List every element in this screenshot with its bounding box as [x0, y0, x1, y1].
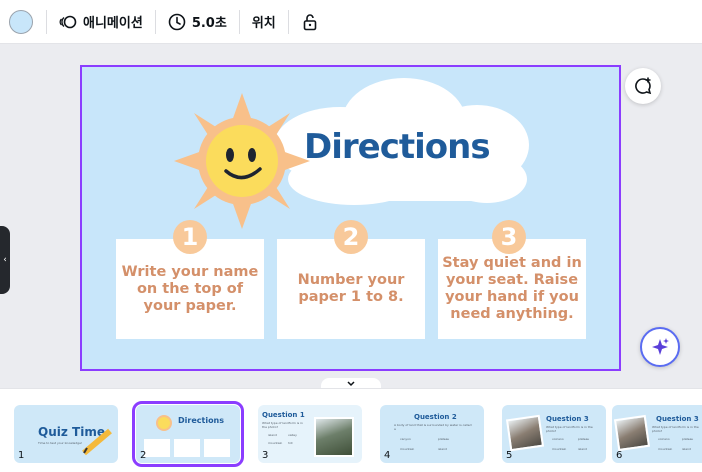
slide-title: Directions — [304, 127, 491, 167]
step-number-badge: 1 — [173, 220, 207, 254]
thumbnail-option: island — [268, 433, 277, 437]
thumbnail-number: 3 — [262, 450, 269, 461]
thumbnail-number: 6 — [616, 450, 623, 461]
sparkle-icon — [652, 338, 669, 355]
step-text: Write your name on the top of your paper… — [121, 263, 259, 314]
side-panel-toggle[interactable]: ‹ — [0, 226, 10, 294]
mini-step-card — [204, 439, 230, 457]
landform-photo — [613, 414, 651, 452]
thumbnail-number: 4 — [384, 450, 391, 461]
thumbnail-option: mountain — [400, 447, 415, 451]
thumbnail-title: Directions — [178, 416, 225, 425]
thumbnail-option: canyon — [400, 437, 411, 441]
thumbnail-option: island — [578, 447, 587, 451]
step-card-3: Stay quiet and in your seat. Raise your … — [438, 239, 586, 339]
thumbnail-subtitle: Time to test your knowledge! — [38, 441, 83, 445]
thumbnail-option: plateau — [438, 437, 450, 441]
clock-icon — [168, 13, 186, 30]
add-comment-button[interactable] — [625, 68, 661, 104]
sun-icon — [174, 93, 310, 229]
thumbnail-title: Question 3 — [656, 415, 699, 423]
thumbnail-number: 1 — [18, 450, 25, 461]
lock-button[interactable] — [289, 6, 337, 38]
duration-button[interactable]: 5.0초 — [156, 6, 239, 38]
chevron-left-icon: ‹ — [3, 255, 7, 265]
thumbnail-option: valley — [288, 433, 297, 437]
step-card-1: Write your name on the top of your paper… — [116, 239, 264, 339]
thumbnail-option: hill — [288, 441, 293, 445]
animate-button[interactable]: 애니메이션 — [47, 6, 155, 38]
mini-step-card — [174, 439, 200, 457]
animate-label: 애니메이션 — [83, 16, 143, 31]
page-thumbnail-6[interactable]: Question 3 What type of landform is in t… — [612, 405, 702, 463]
position-label: 위치 — [251, 16, 276, 31]
page-thumbnail-2[interactable]: Directions 2 — [132, 401, 244, 467]
thumbnail-option: volcano — [658, 437, 670, 441]
thumbnail-number: 5 — [506, 450, 513, 461]
thumbnail-option: mountain — [268, 441, 283, 445]
magic-assistant-button[interactable] — [640, 327, 680, 367]
thumbnail-question: What type of landform is in the photo? — [546, 425, 593, 433]
step-text: Stay quiet and in your seat. Raise your … — [442, 255, 582, 322]
top-toolbar: 애니메이션 5.0초 위치 — [0, 0, 702, 44]
sun-icon — [156, 415, 172, 431]
position-button[interactable]: 위치 — [240, 6, 288, 38]
step-card-2: Number your paper 1 to 8. — [277, 239, 425, 339]
page-thumbnail-5[interactable]: Question 3 What type of landform is in t… — [502, 405, 606, 463]
thumbnail-title: Question 1 — [262, 411, 305, 419]
color-swatch-button[interactable] — [9, 9, 33, 34]
page-thumbnail-1[interactable]: Quiz Time Time to test your knowledge! 1 — [14, 405, 118, 463]
landform-photo — [314, 417, 354, 457]
thumbnail-question: What type of landform is in the photo? — [262, 421, 303, 429]
step-number-badge: 3 — [492, 220, 526, 254]
mini-step-card — [144, 439, 170, 457]
unlock-icon — [303, 13, 317, 30]
chevron-down-icon — [347, 381, 355, 387]
animate-icon — [59, 15, 77, 28]
thumbnail-option: island — [682, 447, 691, 451]
pencil-icon — [82, 428, 112, 456]
page-thumbnail-4[interactable]: Question 2 A body of land that is surrou… — [380, 405, 484, 463]
thumbnail-title: Question 2 — [414, 413, 457, 421]
thumbnail-title: Question 3 — [546, 415, 589, 423]
duration-label: 5.0초 — [191, 16, 227, 31]
step-text: Number your paper 1 to 8. — [297, 272, 405, 305]
landform-photo — [505, 414, 545, 452]
comment-add-icon — [635, 77, 652, 95]
thumbnail-question: A body of land that is surrounded by wat… — [394, 423, 472, 431]
thumbnail-option: mountain — [552, 447, 567, 451]
thumbnail-option: volcano — [552, 437, 564, 441]
thumbnail-question: What type of landform is in the photo? — [652, 425, 699, 433]
thumbnail-option: mountain — [658, 447, 673, 451]
thumbnail-option: plateau — [578, 437, 590, 441]
thumbnail-number: 2 — [140, 450, 147, 461]
page-thumbnail-3[interactable]: Question 1 What type of landform is in t… — [258, 405, 362, 463]
thumbnail-option: plateau — [682, 437, 694, 441]
thumbnail-option: island — [438, 447, 447, 451]
slide-canvas[interactable]: Directions Write your name on the top of… — [80, 65, 621, 371]
step-number-badge: 2 — [334, 220, 368, 254]
